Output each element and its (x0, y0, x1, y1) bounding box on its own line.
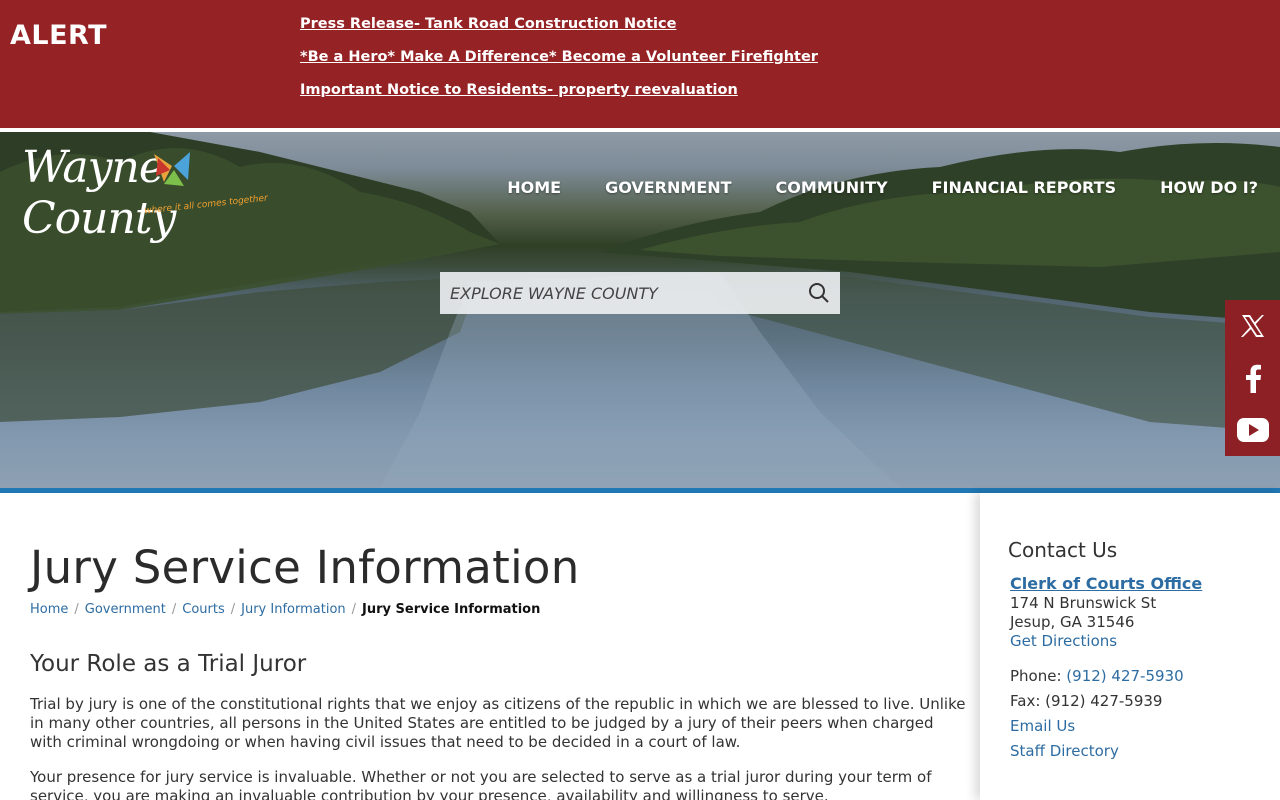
social-x-link[interactable] (1225, 300, 1280, 352)
wayne-county-logo[interactable]: Wayne County where it all comes together (22, 142, 302, 244)
phone-link[interactable]: (912) 427-5930 (1066, 667, 1183, 685)
office-name-link[interactable]: Clerk of Courts Office (1010, 574, 1202, 593)
breadcrumb-separator: / (230, 602, 236, 617)
nav-government[interactable]: GOVERNMENT (605, 178, 731, 197)
breadcrumb-jury-information[interactable]: Jury Information (241, 602, 346, 617)
social-facebook-link[interactable] (1225, 352, 1280, 404)
breadcrumb-home[interactable]: Home (30, 602, 68, 617)
search-button[interactable] (798, 272, 840, 314)
youtube-icon (1236, 418, 1269, 442)
alert-link-volunteer-firefighter[interactable]: *Be a Hero* Make A Difference* Become a … (300, 47, 818, 80)
contact-heading: Contact Us (1008, 538, 1118, 562)
body-paragraph: Trial by jury is one of the constitution… (30, 695, 966, 751)
breadcrumb-separator: / (74, 602, 79, 617)
breadcrumb-separator: / (171, 602, 177, 617)
alert-label: ALERT (10, 20, 108, 51)
breadcrumb-current: Jury Service Information (362, 602, 541, 617)
email-us-link[interactable]: Email Us (1010, 717, 1075, 735)
main-nav: HOME GOVERNMENT COMMUNITY FINANCIAL REPO… (507, 178, 1258, 197)
alert-link-tank-road[interactable]: Press Release- Tank Road Construction No… (300, 14, 818, 47)
contact-sidebar: Contact Us Clerk of Courts Office 174 N … (980, 493, 1280, 800)
address-line-1: 174 N Brunswick St (1010, 594, 1157, 612)
alert-link-property-reevaluation[interactable]: Important Notice to Residents- property … (300, 80, 818, 113)
logo-star-mark (154, 152, 190, 186)
site-search (440, 272, 840, 314)
breadcrumb-separator: / (351, 602, 357, 617)
section-heading: Your Role as a Trial Juror (30, 651, 307, 677)
fax-line: Fax: (912) 427-5939 (1010, 692, 1163, 710)
breadcrumb: Home / Government / Courts / Jury Information /… (30, 602, 540, 617)
address-line-2: Jesup, GA 31546 (1010, 613, 1135, 631)
nav-home[interactable]: HOME (507, 178, 561, 197)
nav-how-do-i[interactable]: HOW DO I? (1160, 178, 1258, 197)
breadcrumb-courts[interactable]: Courts (182, 602, 225, 617)
phone-line: Phone: (912) 427-5930 (1010, 667, 1184, 685)
staff-directory-link[interactable]: Staff Directory (1010, 742, 1119, 760)
page-title: Jury Service Information (30, 541, 580, 594)
search-icon (809, 283, 829, 303)
facebook-icon (1245, 364, 1261, 393)
alert-bar: ALERT Press Release- Tank Road Construct… (0, 0, 1280, 128)
breadcrumb-government[interactable]: Government (85, 602, 166, 617)
body-paragraph: Your presence for jury service is invalu… (30, 768, 932, 800)
get-directions-link[interactable]: Get Directions (1010, 632, 1117, 650)
search-input[interactable] (440, 272, 798, 314)
alert-links: Press Release- Tank Road Construction No… (300, 14, 818, 113)
social-bar (1225, 300, 1280, 456)
phone-label: Phone: (1010, 667, 1067, 685)
social-youtube-link[interactable] (1225, 404, 1280, 456)
nav-community[interactable]: COMMUNITY (776, 178, 888, 197)
x-icon (1240, 315, 1264, 337)
nav-financial-reports[interactable]: FINANCIAL REPORTS (932, 178, 1117, 197)
main-content: Jury Service Information Home / Government… (0, 493, 980, 800)
